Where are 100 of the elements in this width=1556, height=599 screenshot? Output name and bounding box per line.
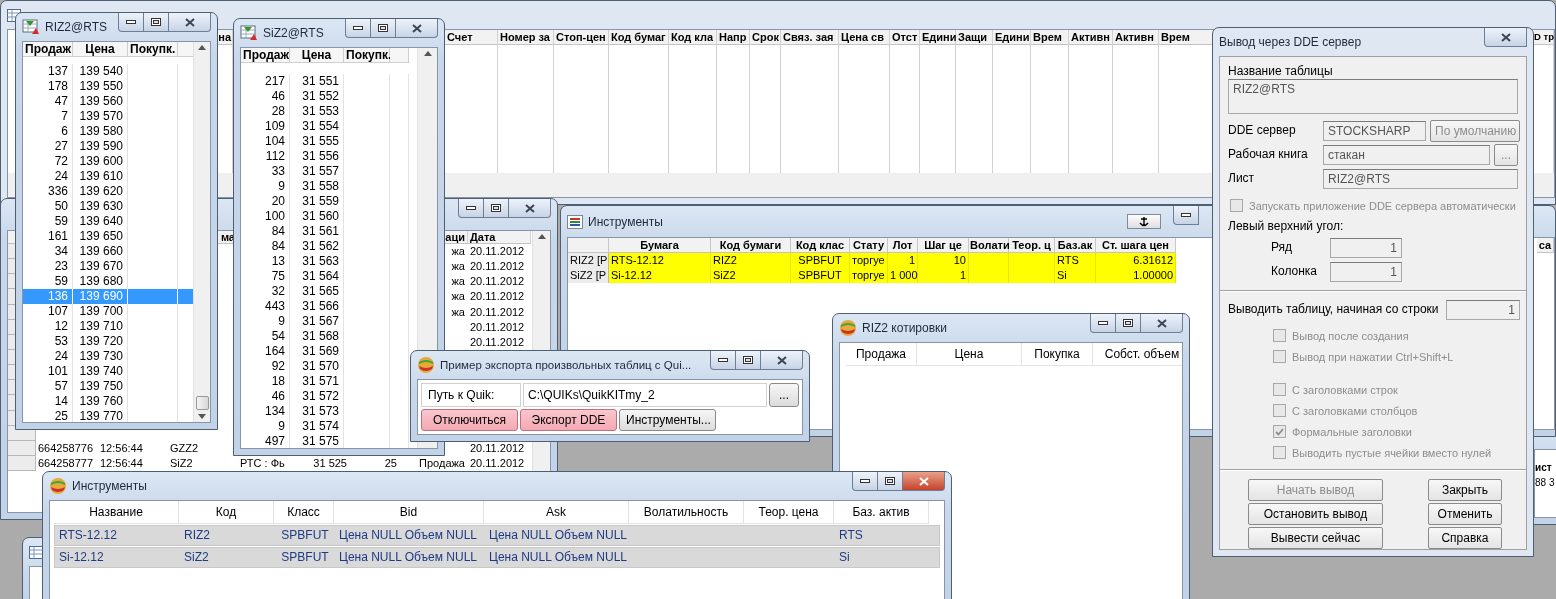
table-cell-text: SiZ2 — [169, 455, 194, 471]
table-cell: 139 580 — [73, 124, 128, 139]
table-cell: 497 — [241, 434, 290, 448]
table-cell: 139 590 — [73, 139, 128, 154]
table-cell: 31 574 — [290, 419, 344, 434]
table-cell: 31 569 — [290, 344, 344, 359]
table-cell-text: GZZ2 — [169, 440, 200, 456]
table-cell: 31 572 — [290, 389, 344, 404]
table-cell: RTS — [1055, 253, 1096, 268]
table-cell: 33 — [241, 164, 290, 179]
table-cell: 10 — [918, 253, 969, 268]
table-cell: 31 555 — [290, 134, 344, 149]
table-cell: 139 720 — [73, 334, 128, 349]
table-cell: 27 — [23, 139, 73, 154]
window-title: Пример экспорта произвольных таблиц с Qui... — [440, 359, 692, 371]
window-title: RIZ2 котировки — [862, 321, 947, 335]
table-cell: 31 568 — [290, 329, 344, 344]
table-cell: 139 770 — [73, 409, 128, 422]
table-cell-text: 20.11.2012 — [469, 334, 526, 350]
field-label: DDE сервер — [1228, 122, 1297, 139]
table-cell-text: Цена NULL Объем NULL — [488, 549, 628, 566]
table-cell-text: 20.11.2012 — [469, 455, 526, 471]
field-label: Лист — [1228, 170, 1256, 187]
table-cell: 31 553 — [290, 104, 344, 119]
table-cell-text: 20.11.2012 — [469, 319, 526, 335]
table-cell: 50 — [23, 199, 73, 214]
table-cell: Si — [1055, 268, 1096, 283]
table-cell: 31 557 — [290, 164, 344, 179]
table-cell-text: жа — [450, 259, 466, 275]
table-cell-text: RTS-12.12 — [58, 527, 118, 544]
window-title: Вывод через DDE сервер — [1219, 35, 1362, 49]
table-cell-text: Цена NULL Объем NULL — [488, 527, 628, 544]
table-cell: 1.00000 — [1096, 268, 1176, 283]
table-cell-text: SiZ2 — [183, 549, 210, 566]
table-cell-text: РТС : Фь — [239, 455, 286, 471]
table-cell: 1 — [888, 253, 918, 268]
table-cell: 139 610 — [73, 169, 128, 184]
table-cell: 6 — [23, 124, 73, 139]
table-cell: 1 — [918, 268, 969, 283]
table-cell: 31 566 — [290, 299, 344, 314]
table-cell-text: Si — [838, 549, 851, 566]
table-cell: 47 — [23, 94, 73, 109]
table-cell: 31 562 — [290, 239, 344, 254]
table-cell: 136 — [23, 289, 73, 304]
table-cell: 57 — [23, 379, 73, 394]
table-cell: Si-12.12 — [609, 268, 711, 283]
table-cell: 139 550 — [73, 79, 128, 94]
table-cell-text: 31 525 — [312, 455, 348, 471]
table-cell: 139 660 — [73, 244, 128, 259]
table-cell: 23 — [23, 259, 73, 274]
table-cell: 139 600 — [73, 154, 128, 169]
table-cell: 75 — [241, 269, 290, 284]
table-cell: торгуе — [850, 253, 888, 268]
table-cell: 443 — [241, 299, 290, 314]
table-cell: 84 — [241, 224, 290, 239]
table-cell: 31 558 — [290, 179, 344, 194]
table-cell: 161 — [23, 229, 73, 244]
field-label: Ряд — [1271, 239, 1294, 256]
table-cell: 9 — [241, 314, 290, 329]
table-cell: 46 — [241, 89, 290, 104]
table-cell: 31 559 — [290, 194, 344, 209]
table-cell: 25 — [23, 409, 73, 422]
table-cell: 9 — [241, 179, 290, 194]
table-cell: 6.31612 — [1096, 253, 1176, 268]
table-cell: 34 — [23, 244, 73, 259]
table-cell-text: жа — [450, 274, 466, 290]
table-cell: 139 740 — [73, 364, 128, 379]
table-cell-text: жа — [450, 289, 466, 305]
table-cell-text: 20.11.2012 — [469, 274, 526, 290]
table-cell-text: SPBFUT — [280, 527, 330, 544]
window-title: RIZ2@RTS — [45, 20, 107, 34]
table-cell-text: Продажа — [418, 455, 466, 471]
table-cell-text: 20.11.2012 — [469, 289, 526, 305]
table-cell: 139 570 — [73, 109, 128, 124]
field-label: Рабочая книга — [1228, 146, 1309, 163]
table-cell: 139 730 — [73, 349, 128, 364]
table-cell: 139 620 — [73, 184, 128, 199]
window-title: Инструменты — [588, 214, 663, 229]
table-cell: 59 — [23, 214, 73, 229]
table-cell-text: 20.11.2012 — [469, 304, 526, 320]
table-cell: 14 — [23, 394, 73, 409]
section-label: Левый верхний угол: — [1228, 218, 1344, 235]
field-label: Колонка — [1271, 263, 1319, 280]
table-cell: 32 — [241, 284, 290, 299]
table-cell: 31 565 — [290, 284, 344, 299]
table-cell: 31 573 — [290, 404, 344, 419]
table-cell: 84 — [241, 239, 290, 254]
table-cell-text: SPBFUT — [280, 549, 330, 566]
table-cell-text: RTS — [838, 527, 864, 544]
table-cell: 139 630 — [73, 199, 128, 214]
table-cell-text: 664258776 — [37, 440, 95, 456]
table-cell: 54 — [241, 329, 290, 344]
table-cell: 139 560 — [73, 94, 128, 109]
table-cell: 31 575 — [290, 434, 344, 448]
table-cell-text: 20.11.2012 — [469, 244, 526, 259]
table-cell-text: 12:56:44 — [99, 455, 144, 471]
table-cell: 112 — [241, 149, 290, 164]
table-cell: 24 — [23, 349, 73, 364]
table-cell: 139 700 — [73, 304, 128, 319]
table-cell: 20 — [241, 194, 290, 209]
